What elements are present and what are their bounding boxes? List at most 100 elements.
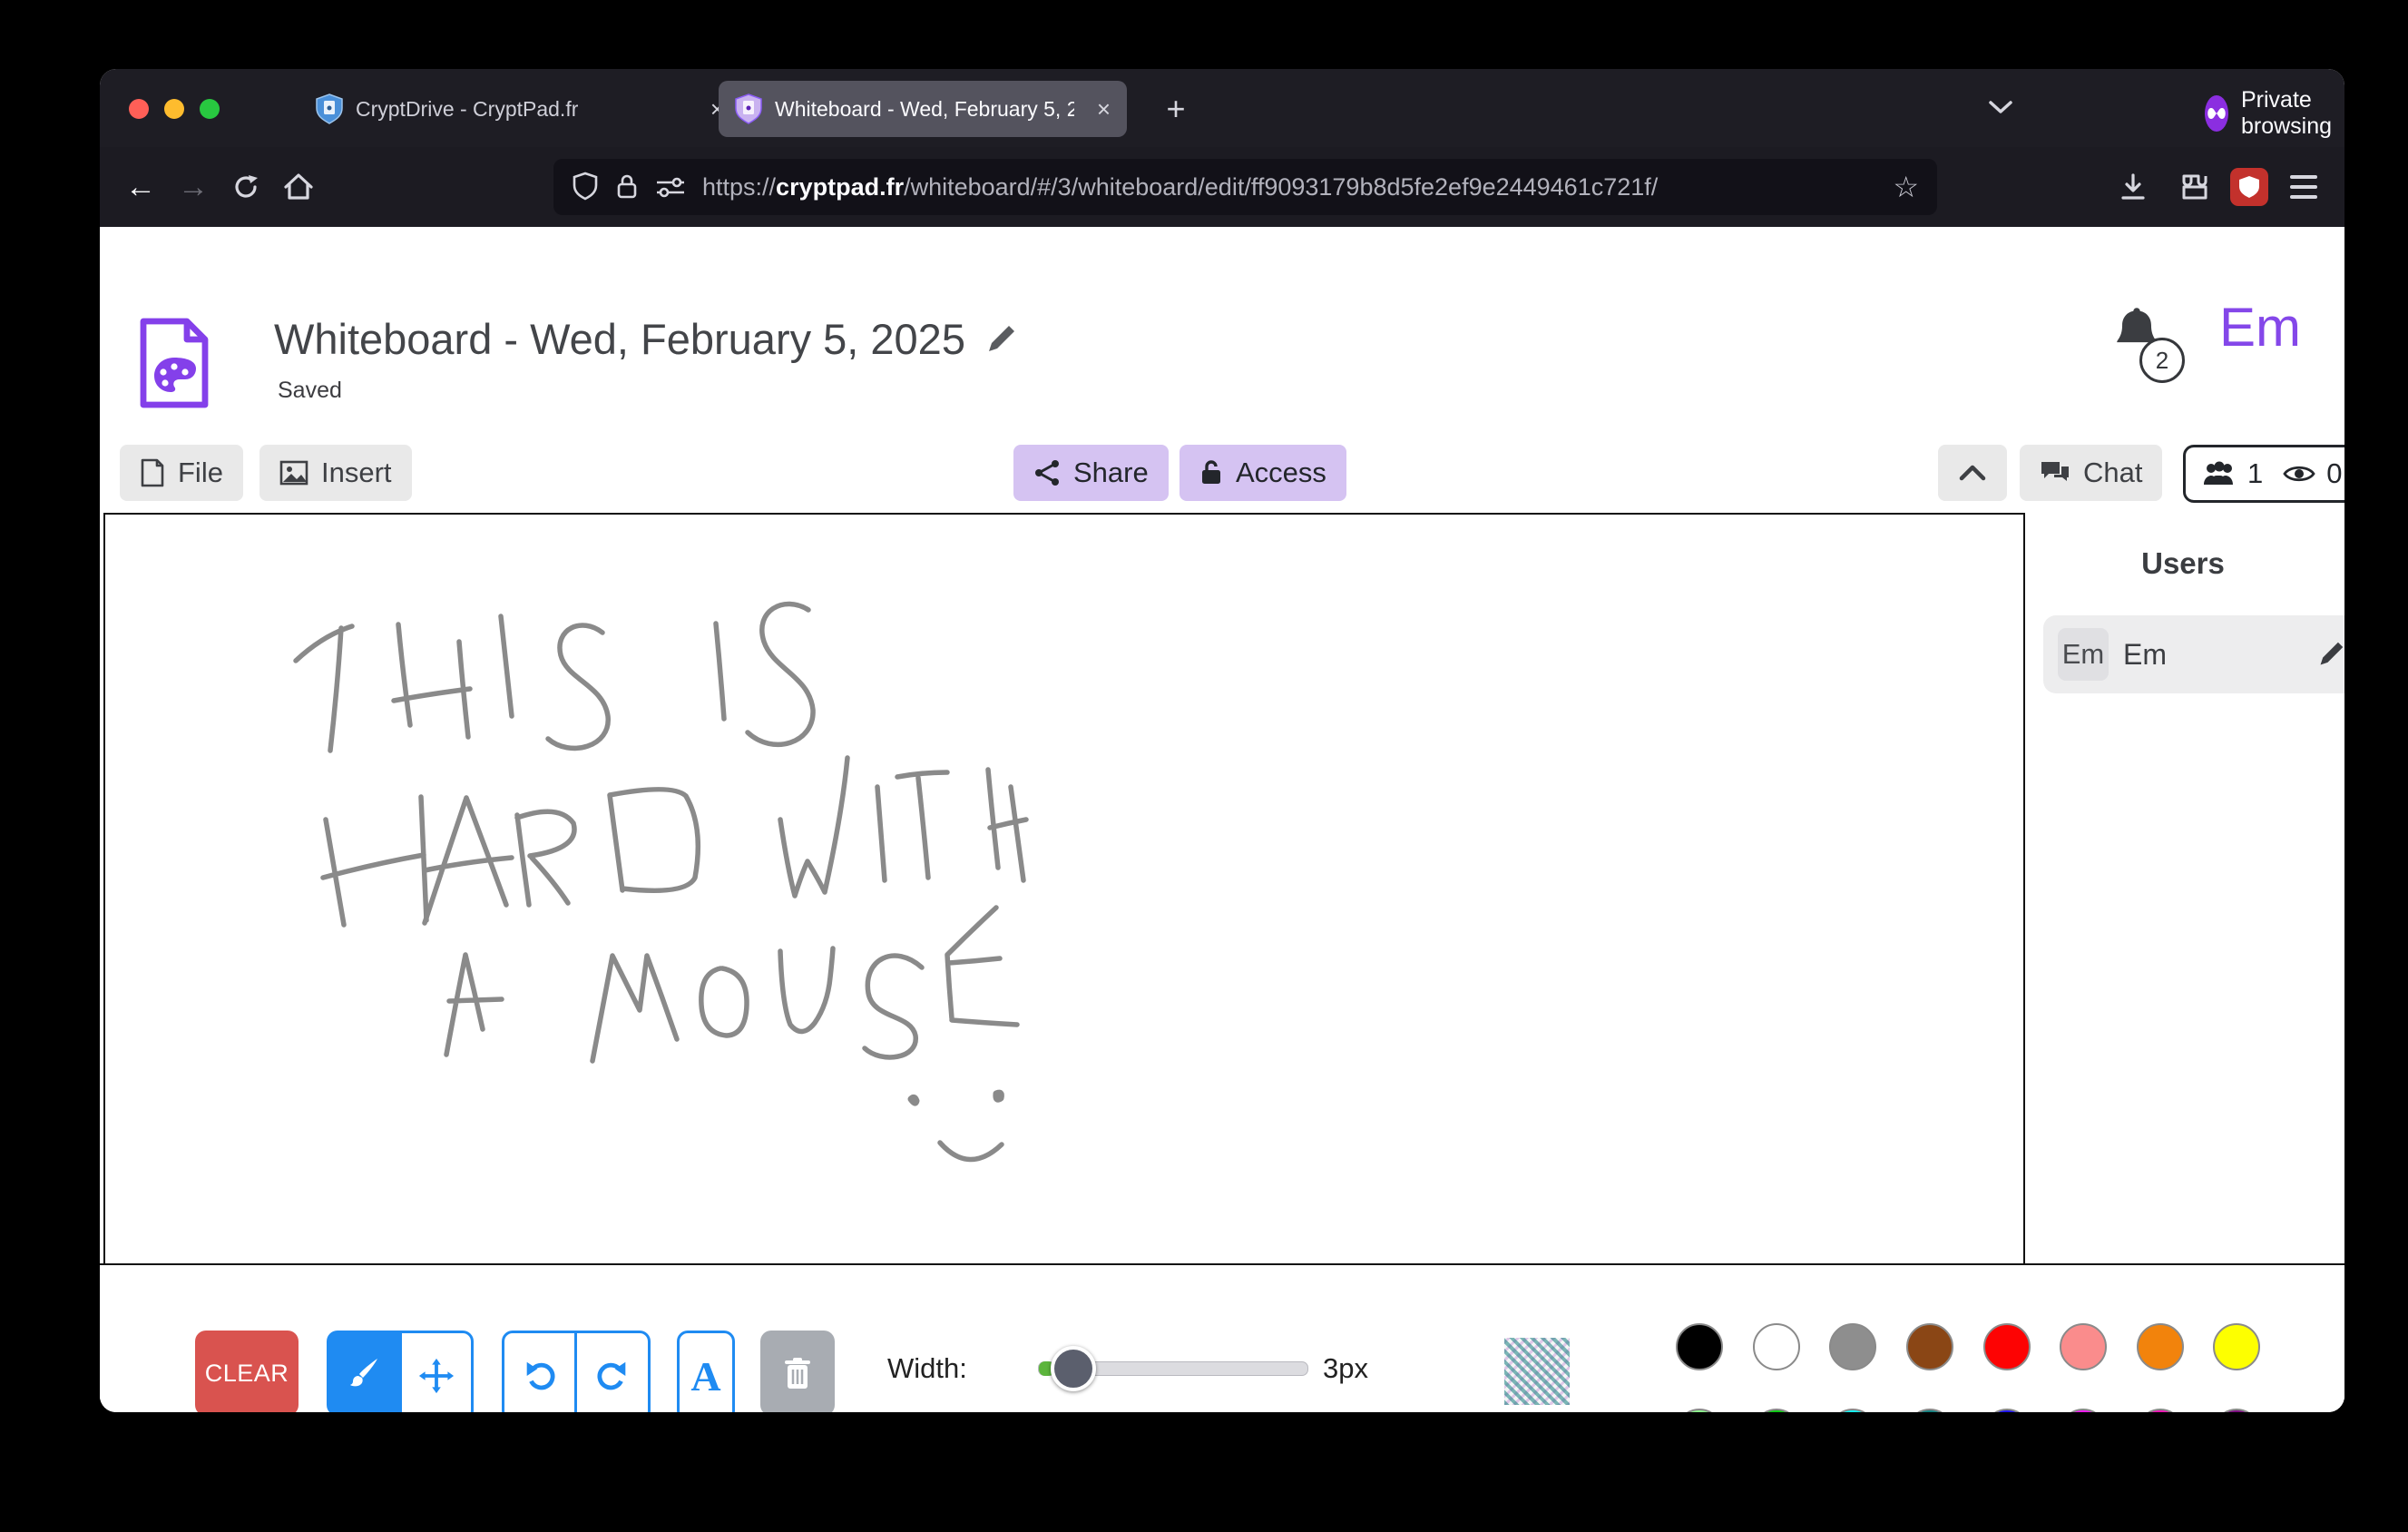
tab-close-icon[interactable]: × (1097, 95, 1111, 123)
tab-title: CryptDrive - CryptPad.fr (356, 97, 578, 122)
insert-menu-button[interactable]: Insert (259, 445, 412, 501)
url-bar[interactable]: https://cryptpad.fr/whiteboard/#/3/white… (553, 159, 1937, 215)
user-avatar: Em (2058, 628, 2109, 681)
move-icon (417, 1357, 455, 1395)
minimize-window-button[interactable] (164, 99, 184, 119)
close-window-button[interactable] (129, 99, 149, 119)
editors-count: 1 (2247, 457, 2263, 490)
delete-button[interactable] (760, 1331, 835, 1412)
color-swatch-orange[interactable] (2137, 1323, 2184, 1370)
chevron-up-icon (1958, 463, 1987, 483)
tab-bar: CryptDrive - CryptPad.fr × Whiteboard - … (100, 69, 2344, 147)
app-content: Whiteboard - Wed, February 5, 2025 Saved… (100, 227, 2344, 1412)
color-palette (1676, 1323, 2264, 1412)
extensions-puzzle-icon[interactable] (2168, 161, 2221, 213)
image-icon (279, 460, 308, 486)
app-toolbar: File Insert Share (100, 445, 2344, 503)
color-swatch-brown[interactable] (1906, 1323, 1953, 1370)
user-list-item: Em Em (2043, 615, 2344, 693)
private-browsing-label: Private browsing (2241, 87, 2344, 140)
private-browsing-indicator: Private browsing (2205, 87, 2344, 140)
presence-counts[interactable]: 1 0 (2183, 445, 2344, 503)
menu-hamburger-icon[interactable] (2277, 161, 2330, 213)
brush-icon (345, 1355, 381, 1391)
redo-button[interactable] (574, 1331, 651, 1412)
screen: CryptDrive - CryptPad.fr × Whiteboard - … (0, 0, 2408, 1532)
width-slider[interactable] (1038, 1361, 1308, 1376)
collapse-toolbar-button[interactable] (1938, 445, 2007, 501)
width-value: 3px (1323, 1352, 1423, 1385)
redo-icon (593, 1357, 631, 1395)
color-swatch-blue[interactable] (1983, 1409, 2031, 1412)
tab-cryptdrive[interactable]: CryptDrive - CryptPad.fr × (299, 81, 740, 137)
forward-button[interactable]: → (167, 161, 220, 213)
private-mask-icon (2205, 95, 2228, 132)
eye-icon (2283, 462, 2315, 486)
width-slider-thumb[interactable] (1051, 1346, 1096, 1391)
home-button[interactable] (272, 161, 325, 213)
color-swatch-white[interactable] (1753, 1323, 1800, 1370)
chat-icon (2040, 459, 2070, 486)
user-name: Em (2123, 638, 2303, 672)
color-swatch-red[interactable] (1983, 1323, 2031, 1370)
lock-icon[interactable] (615, 172, 639, 201)
clear-button[interactable]: CLEAR (195, 1331, 299, 1412)
window-controls (129, 99, 220, 119)
access-button[interactable]: Access (1180, 445, 1346, 501)
width-label: Width: (887, 1352, 1014, 1385)
file-menu-button[interactable]: File (120, 445, 243, 501)
color-swatch-cyan[interactable] (1829, 1409, 1876, 1412)
share-button[interactable]: Share (1013, 445, 1169, 501)
users-icon (2202, 461, 2237, 486)
navigation-bar: ← → https://cryptpad.fr/whiteboard/#/3/w… (100, 147, 2344, 227)
brush-tool-button[interactable] (327, 1331, 399, 1412)
edit-title-pencil-icon[interactable] (985, 324, 1016, 355)
drawing-controls: CLEAR (100, 1265, 2344, 1412)
color-swatch-gray[interactable] (1829, 1323, 1876, 1370)
file-icon (140, 458, 165, 487)
page-title: Whiteboard - Wed, February 5, 2025 (274, 314, 965, 364)
zoom-window-button[interactable] (200, 99, 220, 119)
color-swatch-pink[interactable] (2137, 1409, 2184, 1412)
color-swatch-light-green[interactable] (1676, 1409, 1723, 1412)
permissions-icon[interactable] (655, 175, 686, 199)
color-swatch-purple[interactable] (2213, 1409, 2260, 1412)
new-tab-button[interactable]: + (1152, 85, 1199, 133)
shield-purple-icon (735, 93, 762, 124)
tab-whiteboard-active[interactable]: Whiteboard - Wed, February 5, 2 × (719, 81, 1127, 137)
ublock-extension-icon[interactable] (2230, 168, 2268, 206)
whiteboard-drawing (105, 515, 2023, 1265)
color-swatch-green[interactable] (1753, 1409, 1800, 1412)
notifications-bell[interactable]: 2 (2110, 307, 2163, 359)
account-avatar[interactable]: Em (2219, 296, 2301, 358)
bookmark-star-icon[interactable]: ☆ (1893, 170, 1919, 204)
text-tool-button[interactable]: A (677, 1331, 735, 1412)
chat-button[interactable]: Chat (2020, 445, 2162, 501)
undo-button[interactable] (502, 1331, 578, 1412)
list-tabs-chevron-icon[interactable] (1985, 96, 2016, 118)
back-button[interactable]: ← (114, 161, 167, 213)
notification-count-badge: 2 (2139, 338, 2185, 383)
tracking-shield-icon[interactable] (572, 172, 599, 202)
edit-user-pencil-icon[interactable] (2317, 641, 2344, 668)
url-text[interactable]: https://cryptpad.fr/whiteboard/#/3/white… (702, 173, 1876, 201)
trash-icon (782, 1356, 813, 1390)
whiteboard-document-icon (136, 318, 212, 408)
undo-icon (521, 1357, 559, 1395)
color-swatch-teal[interactable] (1906, 1409, 1953, 1412)
color-swatch-yellow[interactable] (2213, 1323, 2260, 1370)
move-tool-button[interactable] (399, 1331, 474, 1412)
shield-blue-icon (316, 93, 343, 124)
share-icon (1033, 459, 1061, 486)
browser-window: CryptDrive - CryptPad.fr × Whiteboard - … (100, 69, 2344, 1412)
viewers-count: 0 (2326, 457, 2342, 490)
users-panel-title: Users (2021, 546, 2344, 581)
color-swatch-magenta[interactable] (2060, 1409, 2107, 1412)
whiteboard-canvas[interactable] (103, 513, 2025, 1267)
lock-icon (1199, 459, 1223, 486)
downloads-icon[interactable] (2107, 161, 2159, 213)
reload-button[interactable] (220, 161, 272, 213)
color-swatch-salmon[interactable] (2060, 1323, 2107, 1370)
width-control: Width: 3px (887, 1352, 1423, 1385)
color-swatch-black[interactable] (1676, 1323, 1723, 1370)
